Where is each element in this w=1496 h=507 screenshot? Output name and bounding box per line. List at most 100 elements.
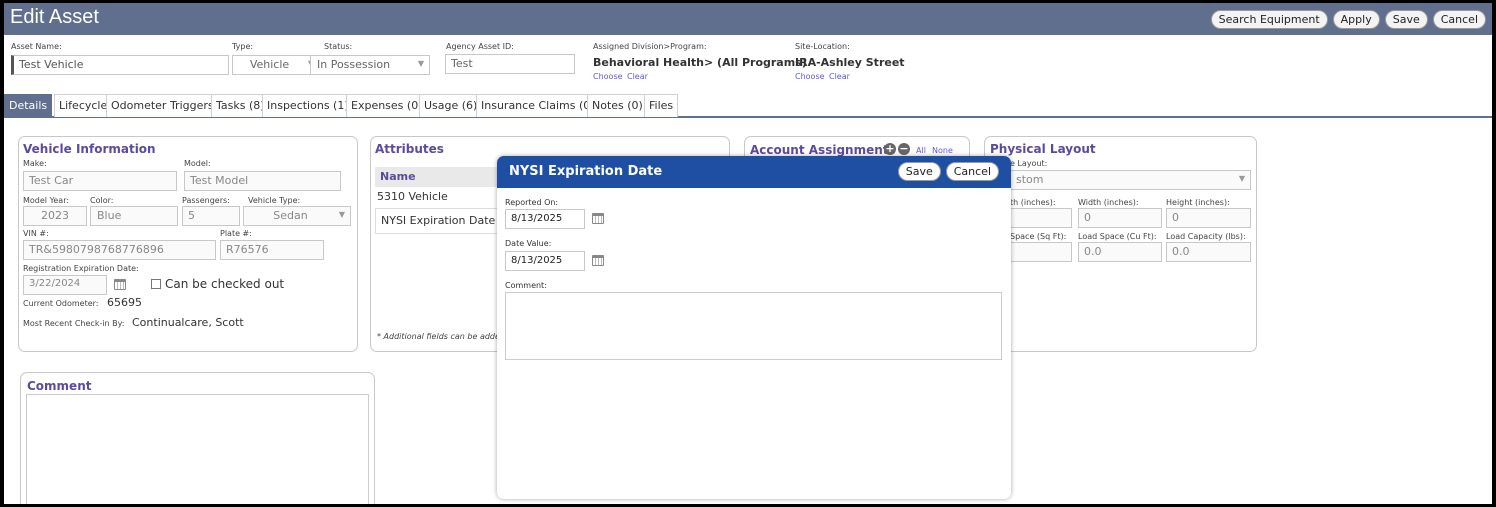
vin-input[interactable]: TR&5980798768776896 <box>23 240 216 260</box>
asset-name-input[interactable]: Test Vehicle <box>11 55 229 75</box>
checkout-label: Can be checked out <box>165 277 285 291</box>
color-label: Color: <box>90 196 114 205</box>
site-choose-link[interactable]: Choose <box>795 72 825 81</box>
accounts-none-link[interactable]: None <box>932 146 953 155</box>
layout-label: e Layout: <box>1010 159 1048 168</box>
tab-lifecycle[interactable]: Lifecycle <box>54 94 113 117</box>
vehicle-type-select[interactable]: Sedan ▼ <box>243 206 351 226</box>
calendar-icon[interactable] <box>592 255 604 266</box>
add-icon[interactable]: + <box>884 143 896 155</box>
passengers-input[interactable]: 5 <box>182 206 240 226</box>
division-choose-link[interactable]: Choose <box>593 72 623 81</box>
type-select[interactable]: Vehicle ▼ <box>232 55 320 75</box>
site-clear-link[interactable]: Clear <box>829 72 850 81</box>
height-label: Height (inches): <box>1166 198 1230 207</box>
status-label: Status: <box>324 42 353 51</box>
attribute-row-box[interactable]: NYSI Expiration Date <box>375 208 499 234</box>
dialog-title: NYSI Expiration Date <box>509 164 663 179</box>
vehicle-info-title: Vehicle Information <box>23 142 156 156</box>
space-input[interactable] <box>1010 242 1072 262</box>
dialog-comment-textarea[interactable] <box>505 292 1002 360</box>
tab-inspections[interactable]: Inspections (1) <box>262 94 354 117</box>
site-label: Site-Location: <box>795 42 850 51</box>
accounts-all-link[interactable]: All <box>916 146 926 155</box>
tab-files[interactable]: Files <box>644 94 679 117</box>
account-assignments-title: Account Assignments <box>750 143 896 157</box>
load-capacity-label: Load Capacity (lbs): <box>1166 232 1246 241</box>
checkout-checkbox[interactable] <box>151 279 161 289</box>
plate-input[interactable]: R76576 <box>220 240 324 260</box>
attributes-note: * Additional fields can be adde <box>377 332 500 341</box>
odometer-value: 65695 <box>107 296 142 309</box>
dialog-comment-label: Comment: <box>505 281 547 290</box>
tab-tasks[interactable]: Tasks (8) <box>211 94 270 117</box>
passengers-label: Passengers: <box>182 196 230 205</box>
tab-usage[interactable]: Usage (6) <box>419 94 483 117</box>
make-input[interactable]: Test Car <box>23 171 177 191</box>
dialog-actions: Save Cancel <box>897 162 999 181</box>
type-label: Type: <box>232 42 254 51</box>
attribute-row[interactable]: 5310 Vehicle <box>377 190 448 203</box>
width-input[interactable]: 0 <box>1078 208 1162 228</box>
comment-textarea[interactable] <box>26 394 369 504</box>
make-label: Make: <box>23 159 47 168</box>
chevron-down-icon: ▼ <box>338 210 345 219</box>
calendar-icon[interactable] <box>592 213 604 224</box>
calendar-icon[interactable] <box>114 279 126 290</box>
agency-id-input[interactable]: Test <box>445 54 575 74</box>
model-year-label: Model Year: <box>23 196 70 205</box>
date-value-input[interactable]: 8/13/2025 <box>505 251 585 271</box>
height-input[interactable]: 0 <box>1166 208 1251 228</box>
agency-id-label: Agency Asset ID: <box>446 42 514 51</box>
date-value-label: Date Value: <box>505 239 552 248</box>
site-value: IRA-Ashley Street <box>795 56 905 69</box>
color-input[interactable]: Blue <box>90 206 178 226</box>
app-window: Edit Asset Search Equipment Apply Save C… <box>0 0 1496 507</box>
registration-date-input[interactable]: 3/22/2024 <box>23 275 107 295</box>
checkin-value: Continualcare, Scott <box>132 316 244 329</box>
length-label: th (inches): <box>1010 198 1056 207</box>
tab-expenses[interactable]: Expenses (0) <box>346 94 428 117</box>
comment-title: Comment <box>27 379 92 393</box>
layout-select[interactable]: stom ▼ <box>1010 170 1251 190</box>
status-select-value: In Possession <box>317 58 391 71</box>
dialog-save-button[interactable]: Save <box>897 162 941 181</box>
remove-icon[interactable]: − <box>898 143 910 155</box>
length-input[interactable] <box>1010 208 1072 228</box>
asset-name-label: Asset Name: <box>11 42 62 51</box>
vehicle-type-value: Sedan <box>273 209 308 222</box>
layout-value: stom <box>1016 173 1044 186</box>
tab-details[interactable]: Details <box>4 94 53 117</box>
page-title: Edit Asset <box>10 6 99 28</box>
dialog-header: NYSI Expiration Date Save Cancel <box>497 156 1011 188</box>
load-capacity-input[interactable]: 0.0 <box>1166 242 1251 262</box>
load-space-input[interactable]: 0.0 <box>1078 242 1162 262</box>
model-year-input[interactable]: 2023 <box>23 206 87 226</box>
model-input[interactable]: Test Model <box>184 171 341 191</box>
reported-on-label: Reported On: <box>505 198 559 207</box>
odometer-label: Current Odometer: <box>23 299 99 308</box>
nysi-expiration-dialog: NYSI Expiration Date Save Cancel Reporte… <box>497 156 1011 499</box>
tab-bar: Details Lifecycle Odometer Triggers Task… <box>4 94 1492 118</box>
reported-on-input[interactable]: 8/13/2025 <box>505 209 585 229</box>
plate-label: Plate #: <box>220 229 252 238</box>
tab-insurance-claims[interactable]: Insurance Claims (0) <box>476 94 600 117</box>
status-select[interactable]: In Possession ▼ <box>310 55 430 75</box>
cancel-button[interactable]: Cancel <box>1432 10 1486 29</box>
save-button[interactable]: Save <box>1384 10 1428 29</box>
division-label: Assigned Division>Program: <box>593 42 707 51</box>
physical-layout-title: Physical Layout <box>990 142 1096 156</box>
search-equipment-button[interactable]: Search Equipment <box>1210 10 1328 29</box>
vin-label: VIN #: <box>23 229 49 238</box>
tab-odometer-triggers[interactable]: Odometer Triggers <box>106 94 219 117</box>
attributes-col-name: Name <box>375 167 499 187</box>
dialog-cancel-button[interactable]: Cancel <box>945 162 999 181</box>
attribute-row-label: NYSI Expiration Date <box>381 214 496 227</box>
space-label: Space (Sq Ft): <box>1010 232 1067 241</box>
model-label: Model: <box>184 159 211 168</box>
chevron-down-icon: ▼ <box>417 59 424 68</box>
division-clear-link[interactable]: Clear <box>627 72 648 81</box>
load-space-label: Load Space (Cu Ft): <box>1078 232 1157 241</box>
apply-button[interactable]: Apply <box>1332 10 1380 29</box>
tab-notes[interactable]: Notes (0) <box>587 94 648 117</box>
